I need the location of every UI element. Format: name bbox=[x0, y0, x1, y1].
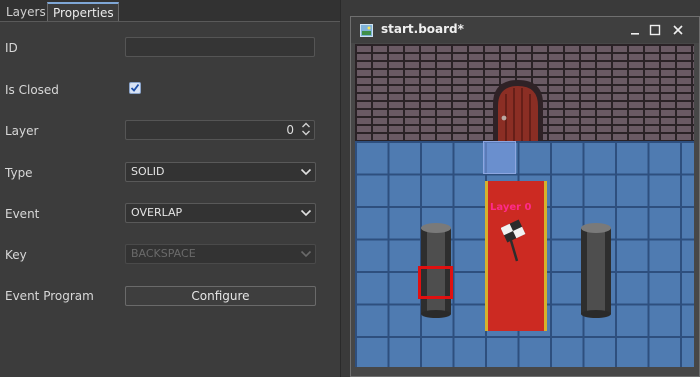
checkered-flag-icon[interactable] bbox=[501, 219, 533, 263]
type-value: SOLID bbox=[131, 165, 165, 178]
type-label: Type bbox=[5, 166, 33, 180]
selection-cursor[interactable] bbox=[418, 266, 453, 299]
spinner-arrows[interactable] bbox=[300, 121, 312, 139]
minimize-icon[interactable] bbox=[628, 23, 642, 37]
window-title: start.board* bbox=[381, 22, 464, 36]
chevron-down-icon bbox=[300, 209, 312, 217]
selected-tile-highlight[interactable] bbox=[483, 141, 516, 174]
chevron-down-icon bbox=[300, 168, 312, 176]
arched-door[interactable] bbox=[491, 78, 545, 141]
close-icon[interactable] bbox=[671, 23, 685, 37]
maximize-icon[interactable] bbox=[648, 23, 662, 37]
key-select[interactable]: BACKSPACE bbox=[125, 244, 316, 264]
event-select[interactable]: OVERLAP bbox=[125, 203, 316, 223]
layer-spinner[interactable]: 0 bbox=[125, 120, 315, 140]
spinner-arrows-icon bbox=[302, 122, 310, 136]
stone-pillar-right[interactable] bbox=[579, 222, 613, 318]
type-select[interactable]: SOLID bbox=[125, 162, 316, 182]
id-label: ID bbox=[5, 41, 18, 55]
properties-panel: Layers Properties ID Is Closed Layer 0 T… bbox=[0, 0, 340, 377]
event-program-label: Event Program bbox=[5, 289, 94, 303]
window-titlebar[interactable]: start.board* bbox=[351, 17, 699, 43]
event-value: OVERLAP bbox=[131, 206, 183, 219]
key-value: BACKSPACE bbox=[131, 247, 196, 260]
layer-value: 0 bbox=[286, 123, 294, 137]
layer-label-overlay: Layer 0 bbox=[490, 202, 532, 213]
is-closed-checkbox[interactable] bbox=[129, 82, 141, 94]
configure-button[interactable]: Configure bbox=[125, 286, 316, 306]
tab-bar: Layers Properties bbox=[0, 0, 340, 22]
layer-label: Layer bbox=[5, 124, 39, 138]
key-label: Key bbox=[5, 248, 27, 262]
board-window: start.board* Layer 0 bbox=[350, 16, 700, 377]
event-label: Event bbox=[5, 207, 40, 221]
check-icon bbox=[130, 83, 140, 92]
tab-properties[interactable]: Properties bbox=[47, 2, 119, 22]
tab-divider bbox=[0, 21, 340, 22]
is-closed-label: Is Closed bbox=[5, 83, 59, 97]
board-canvas[interactable]: Layer 0 bbox=[355, 44, 694, 367]
id-field[interactable] bbox=[125, 37, 315, 57]
chevron-down-icon bbox=[300, 250, 312, 258]
tab-layers[interactable]: Layers bbox=[1, 3, 49, 21]
board-file-icon bbox=[360, 24, 373, 37]
